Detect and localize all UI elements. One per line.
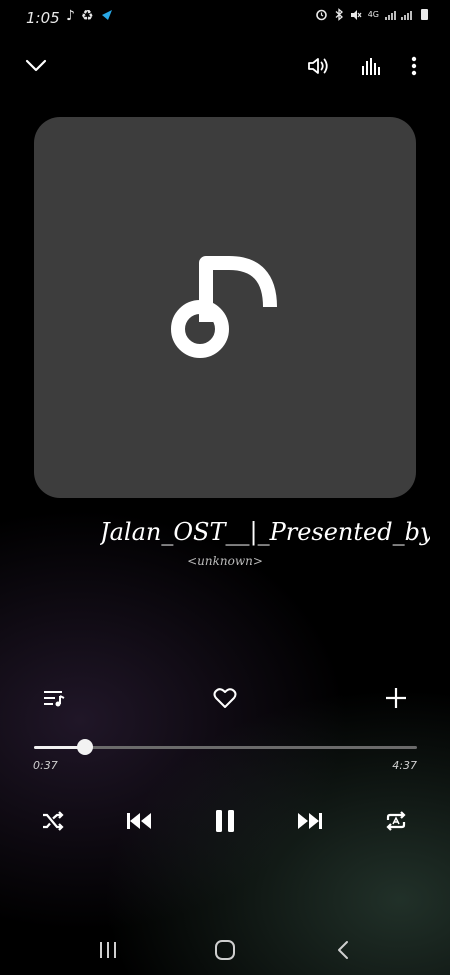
signal-arrow-icon: [101, 10, 112, 20]
seek-bar[interactable]: [34, 739, 417, 755]
battery-icon: [421, 9, 428, 20]
next-button[interactable]: [293, 804, 327, 838]
status-left-icons: ♪ ♻: [66, 8, 114, 24]
chevron-down-icon: [25, 59, 47, 72]
more-vert-icon: [411, 56, 417, 76]
current-time: 0:37: [33, 759, 58, 772]
home-icon: [215, 940, 235, 960]
equalizer-icon: [362, 58, 380, 75]
volume-icon: [308, 58, 328, 74]
signal-icon: [385, 11, 412, 20]
collapse-button[interactable]: [20, 50, 52, 82]
back-icon: [338, 941, 348, 959]
heart-icon: [213, 688, 237, 708]
previous-button[interactable]: [122, 804, 156, 838]
shuffle-icon: [43, 811, 64, 831]
bluetooth-icon: [335, 8, 343, 21]
volume-button[interactable]: [303, 50, 335, 82]
pause-button[interactable]: [208, 804, 242, 838]
seek-bar-thumb[interactable]: [76, 739, 93, 755]
repeat-button[interactable]: [379, 804, 413, 838]
add-to-playlist-button[interactable]: [380, 682, 412, 714]
recent-apps-button[interactable]: [92, 938, 124, 962]
alarm-icon: [315, 9, 327, 21]
album-art: [34, 117, 416, 498]
status-right-icons: 4G: [315, 8, 428, 21]
playlist-button[interactable]: [38, 682, 70, 714]
network-type: 4G: [367, 9, 379, 19]
pause-icon: [216, 810, 234, 832]
total-time: 4:37: [392, 759, 417, 772]
recent-apps-icon: [100, 942, 116, 958]
track-artist: <unknown>: [187, 554, 263, 568]
back-button[interactable]: [328, 938, 360, 962]
equalizer-button[interactable]: [356, 50, 388, 82]
home-button[interactable]: [209, 936, 241, 964]
next-icon: [298, 813, 322, 829]
sync-icon: ♻: [80, 8, 94, 24]
playlist-icon: [44, 691, 65, 707]
repeat-icon: [386, 811, 406, 831]
more-options-button[interactable]: [398, 50, 430, 82]
music-note-icon: ♪: [66, 8, 75, 24]
status-time: 1:05: [26, 9, 60, 27]
add-icon: [386, 688, 406, 708]
mute-icon: [350, 9, 362, 20]
favorite-button[interactable]: [209, 682, 241, 714]
track-title: Jalan_OST__|_Presented_by: [100, 518, 430, 546]
status-bar: 1:05 ♪ ♻ 4G: [0, 0, 450, 34]
music-note-icon: [171, 255, 277, 358]
shuffle-button[interactable]: [36, 804, 70, 838]
previous-icon: [127, 813, 151, 829]
